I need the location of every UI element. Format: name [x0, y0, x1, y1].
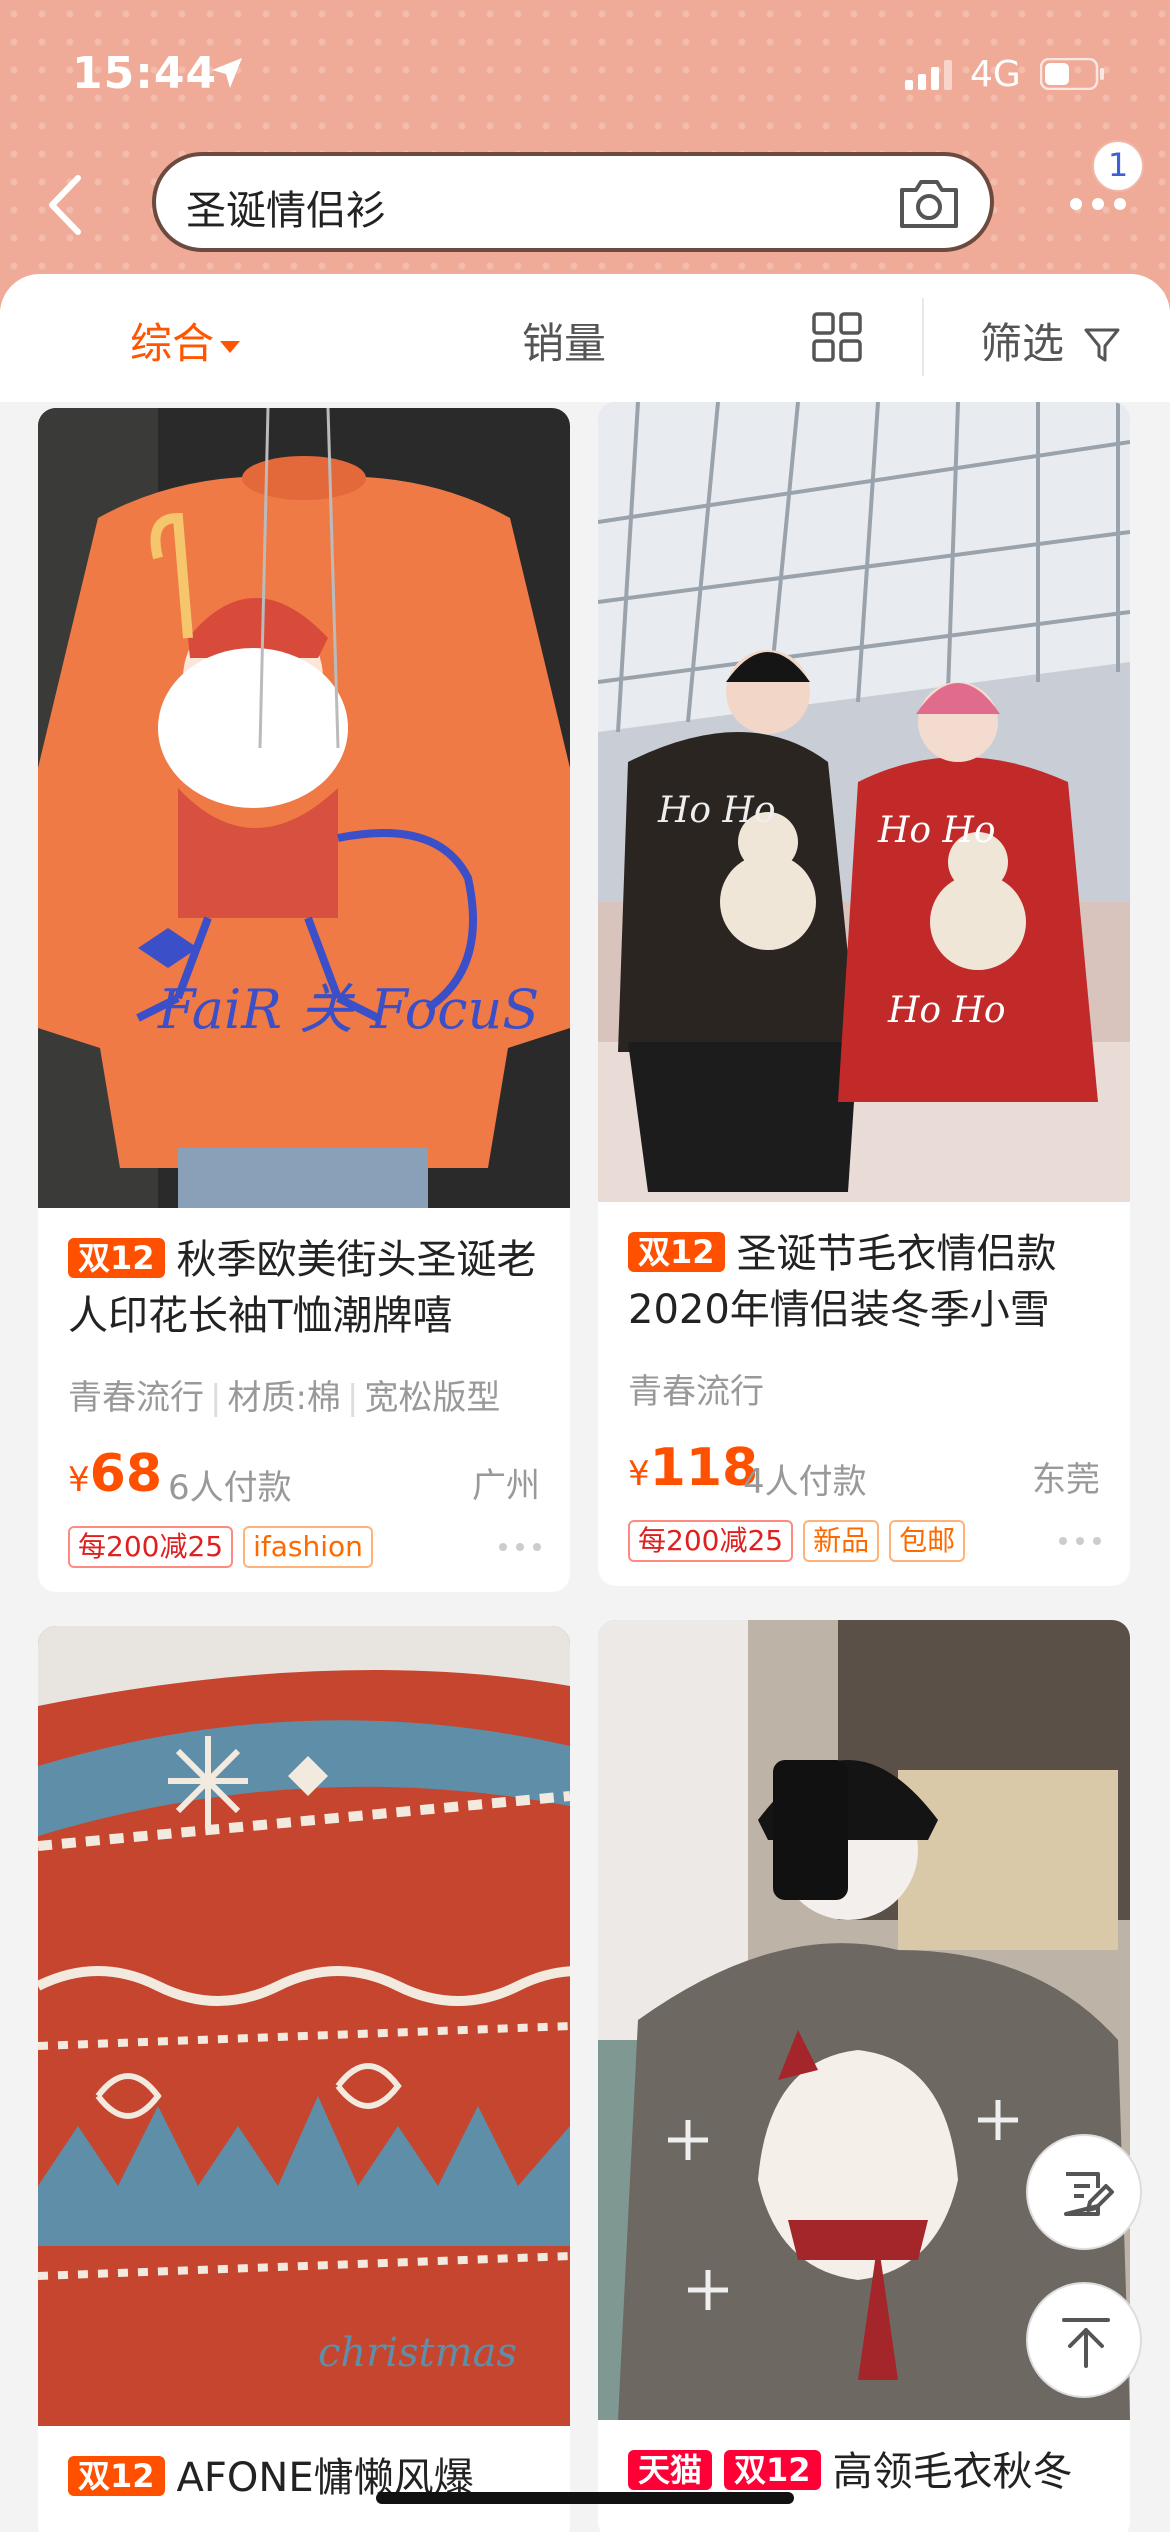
product-price: ¥118 [628, 1438, 758, 1498]
promo-tag: ifashion [243, 1526, 373, 1568]
product-title-text: 高领毛衣秋冬 [832, 2449, 1073, 2495]
grid-view-icon[interactable] [812, 312, 862, 362]
more-options-icon[interactable] [498, 1542, 542, 1552]
double12-badge: 双12 [628, 1232, 725, 1272]
svg-text:Ho Ho: Ho Ho [657, 790, 776, 831]
attribute: 青春流行 [68, 1378, 204, 1418]
attribute-separator: | [210, 1378, 222, 1418]
attribute: 青春流行 [628, 1372, 764, 1412]
product-image[interactable]: Ho Ho Ho Ho Ho Ho [598, 402, 1130, 1202]
product-price: ¥68 [68, 1444, 162, 1504]
svg-text:christmas: christmas [318, 2330, 517, 2376]
product-attributes: 青春流行 | 材质:棉 | 宽松版型 [68, 1370, 500, 1419]
product-card[interactable]: FaiR 关 FocuS 双12 秋季欧美街头圣诞老人印花长袖T恤潮牌嘻 青春流行… [38, 408, 570, 1592]
back-to-top-button[interactable] [1026, 2282, 1142, 2398]
notification-badge: 1 [1092, 140, 1144, 192]
sort-comprehensive[interactable]: 综合 [130, 310, 241, 371]
product-title[interactable]: 双12 圣诞节毛衣情侣款2020年情侣装冬季小雪 [628, 1226, 1108, 1338]
edit-icon [1064, 2172, 1114, 2216]
product-grid: FaiR 关 FocuS 双12 秋季欧美街头圣诞老人印花长袖T恤潮牌嘻 青春流行… [0, 402, 1170, 2532]
search-query: 圣诞情侣衫 [186, 188, 386, 234]
attribute: 宽松版型 [364, 1378, 501, 1418]
camera-icon[interactable] [898, 176, 960, 230]
double12-badge: 双12 [724, 2450, 821, 2490]
product-card[interactable]: christmas 双12 AFONE慵懒风爆 [38, 1626, 570, 2532]
filter-label: 筛选 [980, 319, 1065, 368]
sales-count: 6人付款 [168, 1468, 292, 1508]
attribute-separator: | [346, 1378, 359, 1418]
promo-tag: 新品 [803, 1520, 880, 1562]
network-type: 4G [970, 54, 1021, 95]
search-input[interactable]: 圣诞情侣衫 [152, 152, 994, 252]
product-image[interactable]: FaiR 关 FocuS [38, 408, 570, 1208]
double12-badge: 双12 [68, 2456, 165, 2496]
currency-symbol: ¥ [68, 1460, 90, 1500]
ship-location: 东莞 [1032, 1460, 1100, 1500]
filter-button[interactable]: 筛选 [980, 310, 1121, 371]
sort-comprehensive-label: 综合 [130, 319, 215, 368]
currency-symbol: ¥ [628, 1454, 650, 1494]
caret-down-icon [220, 340, 241, 353]
location-arrow-icon [212, 58, 242, 88]
promo-tags: 每200减25 新品 包邮 [628, 1520, 975, 1562]
back-to-top-icon [1062, 2318, 1110, 2368]
promo-tag: 每200减25 [68, 1526, 234, 1568]
filter-icon [1084, 328, 1120, 362]
product-card[interactable]: 天猫 双12 高领毛衣秋冬 [598, 1620, 1130, 2532]
status-time: 15:44 [72, 48, 218, 99]
signal-icon [905, 60, 952, 90]
product-attributes: 青春流行 [628, 1364, 764, 1413]
sort-divider [922, 298, 924, 376]
results-sheet: 综合 销量 筛选 FaiR 关 FocuS 双12 秋季欧美街头圣诞老人印花长袖… [0, 274, 1170, 2532]
double12-badge: 双12 [68, 1238, 165, 1278]
sort-sales[interactable]: 销量 [522, 310, 606, 371]
more-options-icon[interactable] [1058, 1536, 1102, 1546]
back-icon[interactable] [34, 170, 94, 240]
sales-count: 4人付款 [743, 1462, 867, 1502]
promo-tag: 包邮 [889, 1520, 966, 1562]
svg-text:Ho Ho: Ho Ho [877, 810, 996, 851]
ship-location: 广州 [472, 1466, 540, 1506]
price-value: 68 [89, 1444, 163, 1504]
battery-icon [1040, 58, 1104, 90]
price-value: 118 [649, 1438, 759, 1498]
feedback-button[interactable] [1026, 2134, 1142, 2250]
promo-tags: 每200减25 ifashion [68, 1526, 383, 1568]
sort-bar: 综合 销量 筛选 [0, 274, 1170, 402]
home-indicator[interactable] [376, 2492, 794, 2504]
svg-text:FaiR 关 FocuS: FaiR 关 FocuS [157, 978, 539, 1041]
product-card[interactable]: Ho Ho Ho Ho Ho Ho 双12 圣诞节毛衣情侣款2020年情侣装冬季小… [598, 402, 1130, 1586]
svg-text:Ho Ho: Ho Ho [887, 990, 1006, 1031]
more-icon[interactable] [1068, 196, 1128, 212]
attribute: 材质:棉 [227, 1378, 341, 1418]
status-bar: 15:44 4G [0, 0, 1170, 140]
product-title[interactable]: 双12 秋季欧美街头圣诞老人印花长袖T恤潮牌嘻 [68, 1232, 548, 1344]
promo-tag: 每200减25 [628, 1520, 794, 1562]
product-image[interactable]: christmas [38, 1626, 570, 2426]
tmall-badge: 天猫 [628, 2450, 713, 2490]
